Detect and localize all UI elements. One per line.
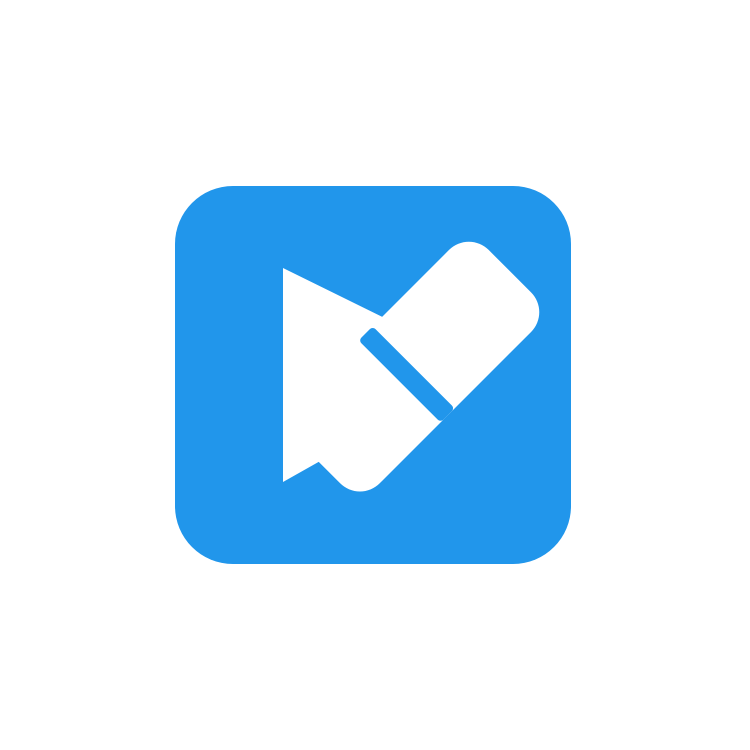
canvas [0, 0, 750, 750]
play-eraser-icon [175, 186, 571, 564]
app-icon[interactable] [175, 186, 571, 564]
